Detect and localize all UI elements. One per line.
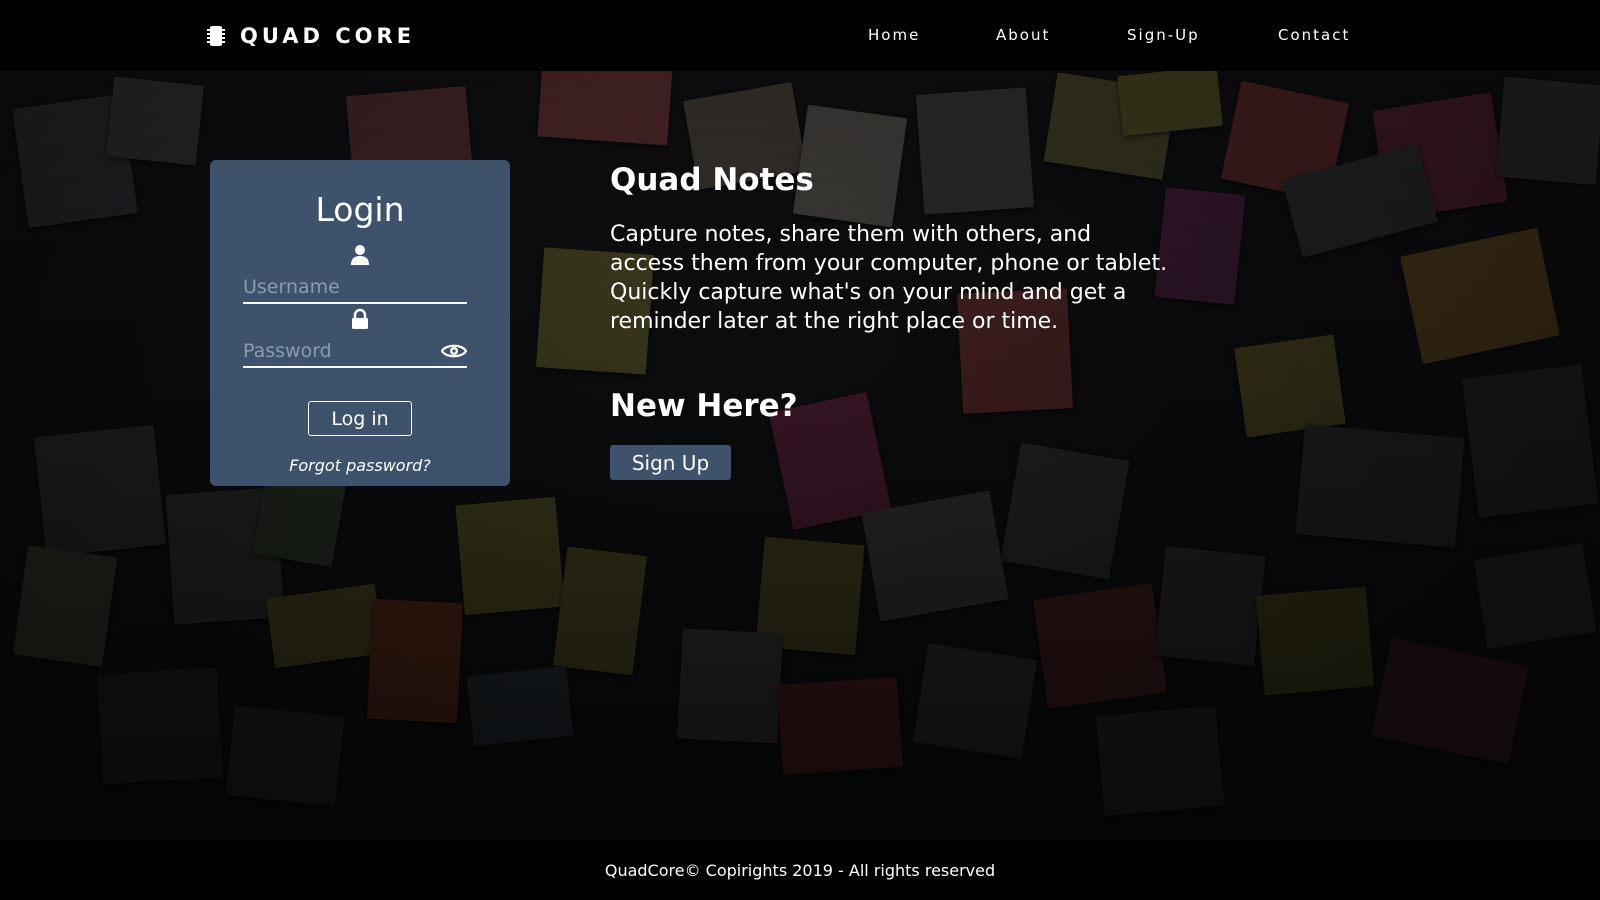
eye-icon[interactable] <box>441 342 467 360</box>
footer-copyright: QuadCore© Copirights 2019 - All rights r… <box>604 861 996 880</box>
brand-logo[interactable]: QUAD CORE <box>206 22 415 50</box>
password-field <box>243 338 467 368</box>
brand-name: QUAD CORE <box>240 24 416 48</box>
login-button[interactable]: Log in <box>308 401 412 436</box>
chip-icon <box>207 26 225 46</box>
username-input[interactable] <box>243 274 433 300</box>
nav-home-link[interactable]: Home <box>868 26 920 44</box>
username-field <box>243 274 467 304</box>
hero-description: Capture notes, share them with others, a… <box>610 222 1168 334</box>
top-navigation-bar: QUAD CORE Home About Sign-Up Contact <box>0 0 1600 71</box>
footer: QuadCore© Copirights 2019 - All rights r… <box>0 841 1600 900</box>
login-card: Login Log in Forgot password? <box>210 160 510 486</box>
password-input[interactable] <box>243 338 433 364</box>
nav-about-link[interactable]: About <box>996 26 1050 44</box>
nav-contact-link[interactable]: Contact <box>1278 26 1350 44</box>
login-title: Login <box>315 190 405 229</box>
hero-title: Quad Notes <box>610 162 814 198</box>
user-icon <box>351 245 369 265</box>
lock-icon <box>352 308 368 329</box>
nav-signup-link[interactable]: Sign-Up <box>1127 26 1200 44</box>
sign-up-button[interactable]: Sign Up <box>610 445 731 480</box>
new-here-heading: New Here? <box>610 388 798 424</box>
forgot-password-link[interactable]: Forgot password? <box>210 456 510 475</box>
